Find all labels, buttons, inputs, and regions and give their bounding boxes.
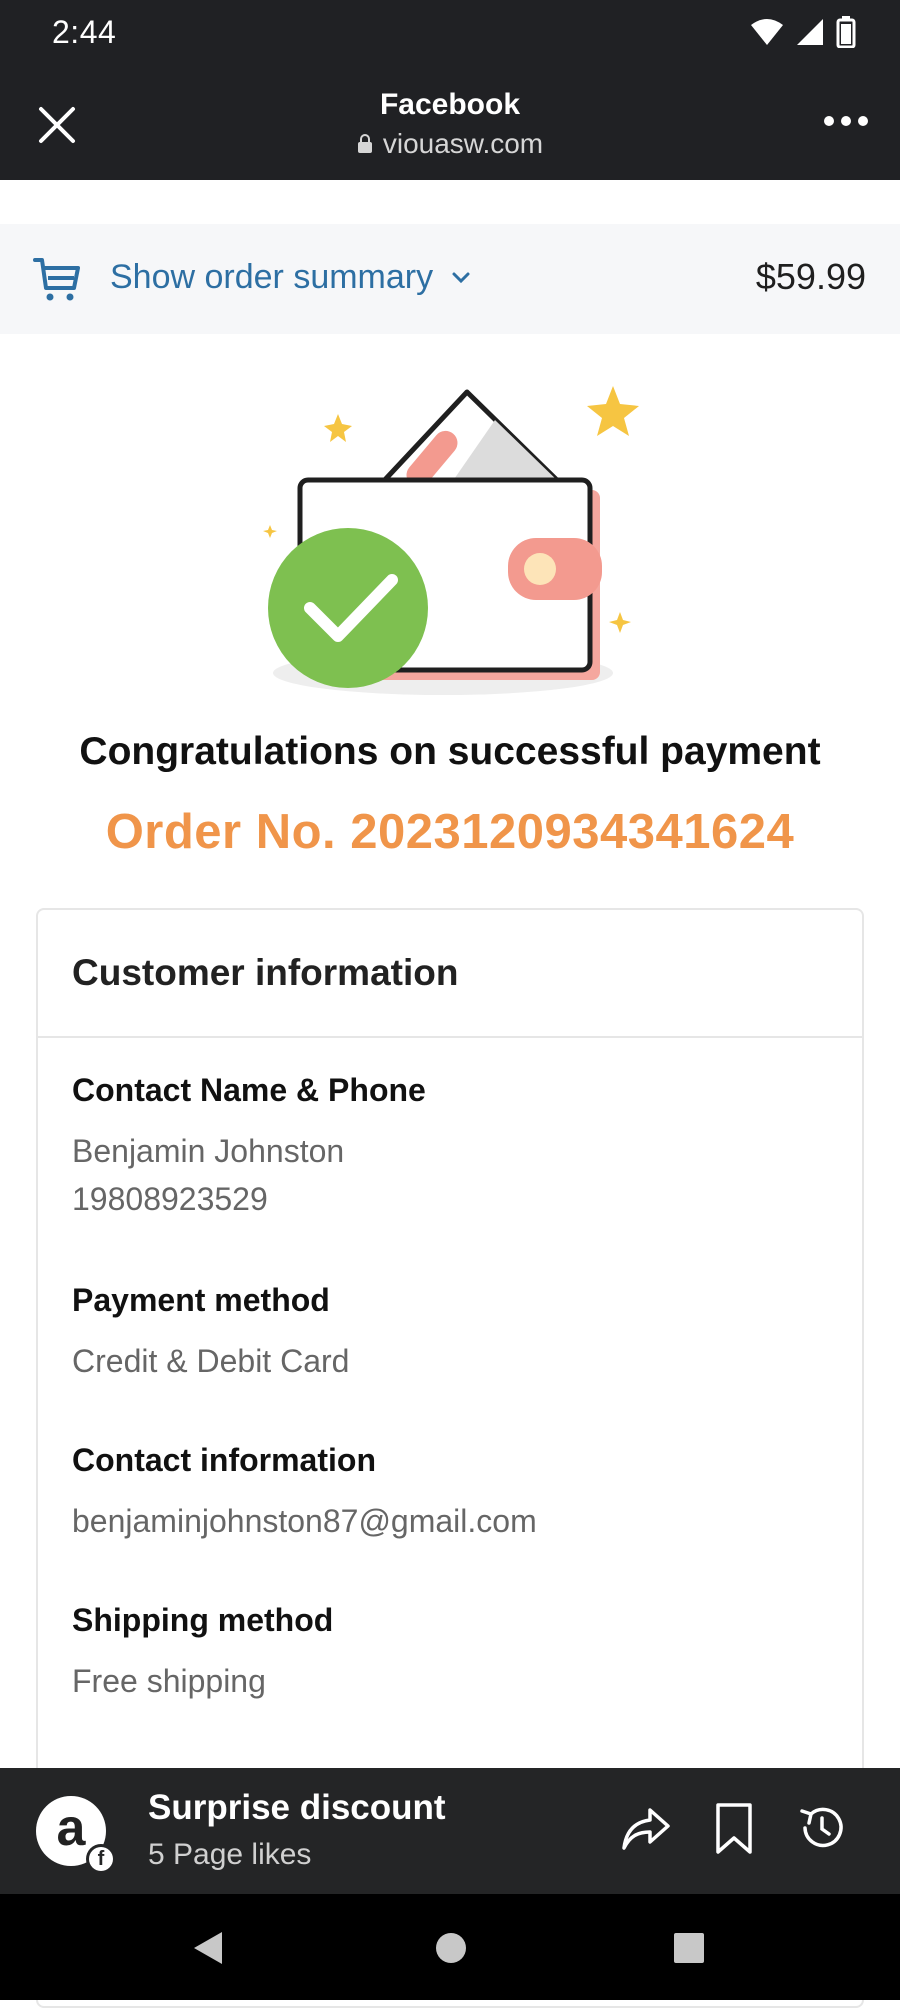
browser-title-area: Facebook viouasw.com <box>0 88 900 160</box>
field-label: Payment method <box>72 1282 330 1318</box>
url-text: viouasw.com <box>382 128 544 159</box>
facebook-page-bar: a f Surprise discount 5 Page likes <box>0 1768 900 1894</box>
recents-button[interactable] <box>672 1928 706 1973</box>
contact-name: Benjamin Johnston <box>72 1133 345 1169</box>
shipping-method-section: Shipping method Free shipping <box>72 1602 333 1705</box>
show-order-summary-toggle[interactable]: Show order summary <box>110 258 471 297</box>
bookmark-button[interactable] <box>714 1802 754 1861</box>
status-time: 2:44 <box>52 14 117 50</box>
share-button[interactable] <box>620 1802 672 1859</box>
chevron-down-icon <box>452 272 470 283</box>
shipping-method-value: Free shipping <box>72 1663 266 1699</box>
field-label: Contact information <box>72 1442 376 1478</box>
battery-icon <box>836 16 856 48</box>
field-label: Shipping method <box>72 1602 334 1638</box>
browser-title: Facebook <box>379 88 521 121</box>
bookmark-icon <box>716 1803 752 1854</box>
facebook-badge-icon: f <box>86 1844 116 1874</box>
browser-toolbar: Facebook viouasw.com <box>0 66 900 180</box>
lock-icon <box>357 134 372 153</box>
contact-name-phone-section: Contact Name & Phone Benjamin Johnston 1… <box>72 1072 426 1223</box>
payment-method-value: Credit & Debit Card <box>72 1343 350 1379</box>
avatar-letter: a <box>56 1799 86 1857</box>
wifi-icon <box>751 19 783 45</box>
page-likes: 5 Page likes <box>148 1838 312 1871</box>
home-button[interactable] <box>434 1928 468 1973</box>
contact-phone: 19808923529 <box>72 1181 268 1217</box>
browser-url[interactable]: viouasw.com <box>357 128 543 160</box>
cart-icon <box>33 258 80 301</box>
status-bar: 2:44 <box>0 0 900 66</box>
customer-info-heading: Customer information <box>38 910 862 1038</box>
history-button[interactable] <box>796 1802 848 1859</box>
order-total-price: $59.99 <box>755 256 866 297</box>
back-icon <box>194 1932 222 1964</box>
payment-method-section: Payment method Credit & Debit Card <box>72 1282 349 1385</box>
history-icon <box>800 1807 843 1848</box>
page-name[interactable]: Surprise discount <box>148 1788 446 1828</box>
show-order-summary-label: Show order summary <box>110 258 434 296</box>
field-label: Contact Name & Phone <box>72 1072 426 1108</box>
contact-information-section: Contact information benjaminjohnston87@g… <box>72 1442 537 1545</box>
field-value: Benjamin Johnston 19808923529 <box>72 1127 426 1223</box>
home-icon <box>436 1933 466 1963</box>
more-icon[interactable] <box>824 116 868 126</box>
success-message: Congratulations on successful payment <box>79 730 821 773</box>
back-button[interactable] <box>190 1928 226 1973</box>
order-number: Order No. 2023120934341624 <box>105 805 795 859</box>
signal-icon <box>797 19 823 45</box>
payment-success-illustration <box>263 386 639 695</box>
recents-icon <box>674 1933 704 1963</box>
contact-email-value: benjaminjohnston87@gmail.com <box>72 1503 537 1539</box>
order-summary-bar[interactable]: Show order summary $59.99 <box>0 224 900 334</box>
system-navigation-bar <box>0 1894 900 2000</box>
system-icons <box>750 16 856 48</box>
share-icon <box>622 1808 670 1850</box>
